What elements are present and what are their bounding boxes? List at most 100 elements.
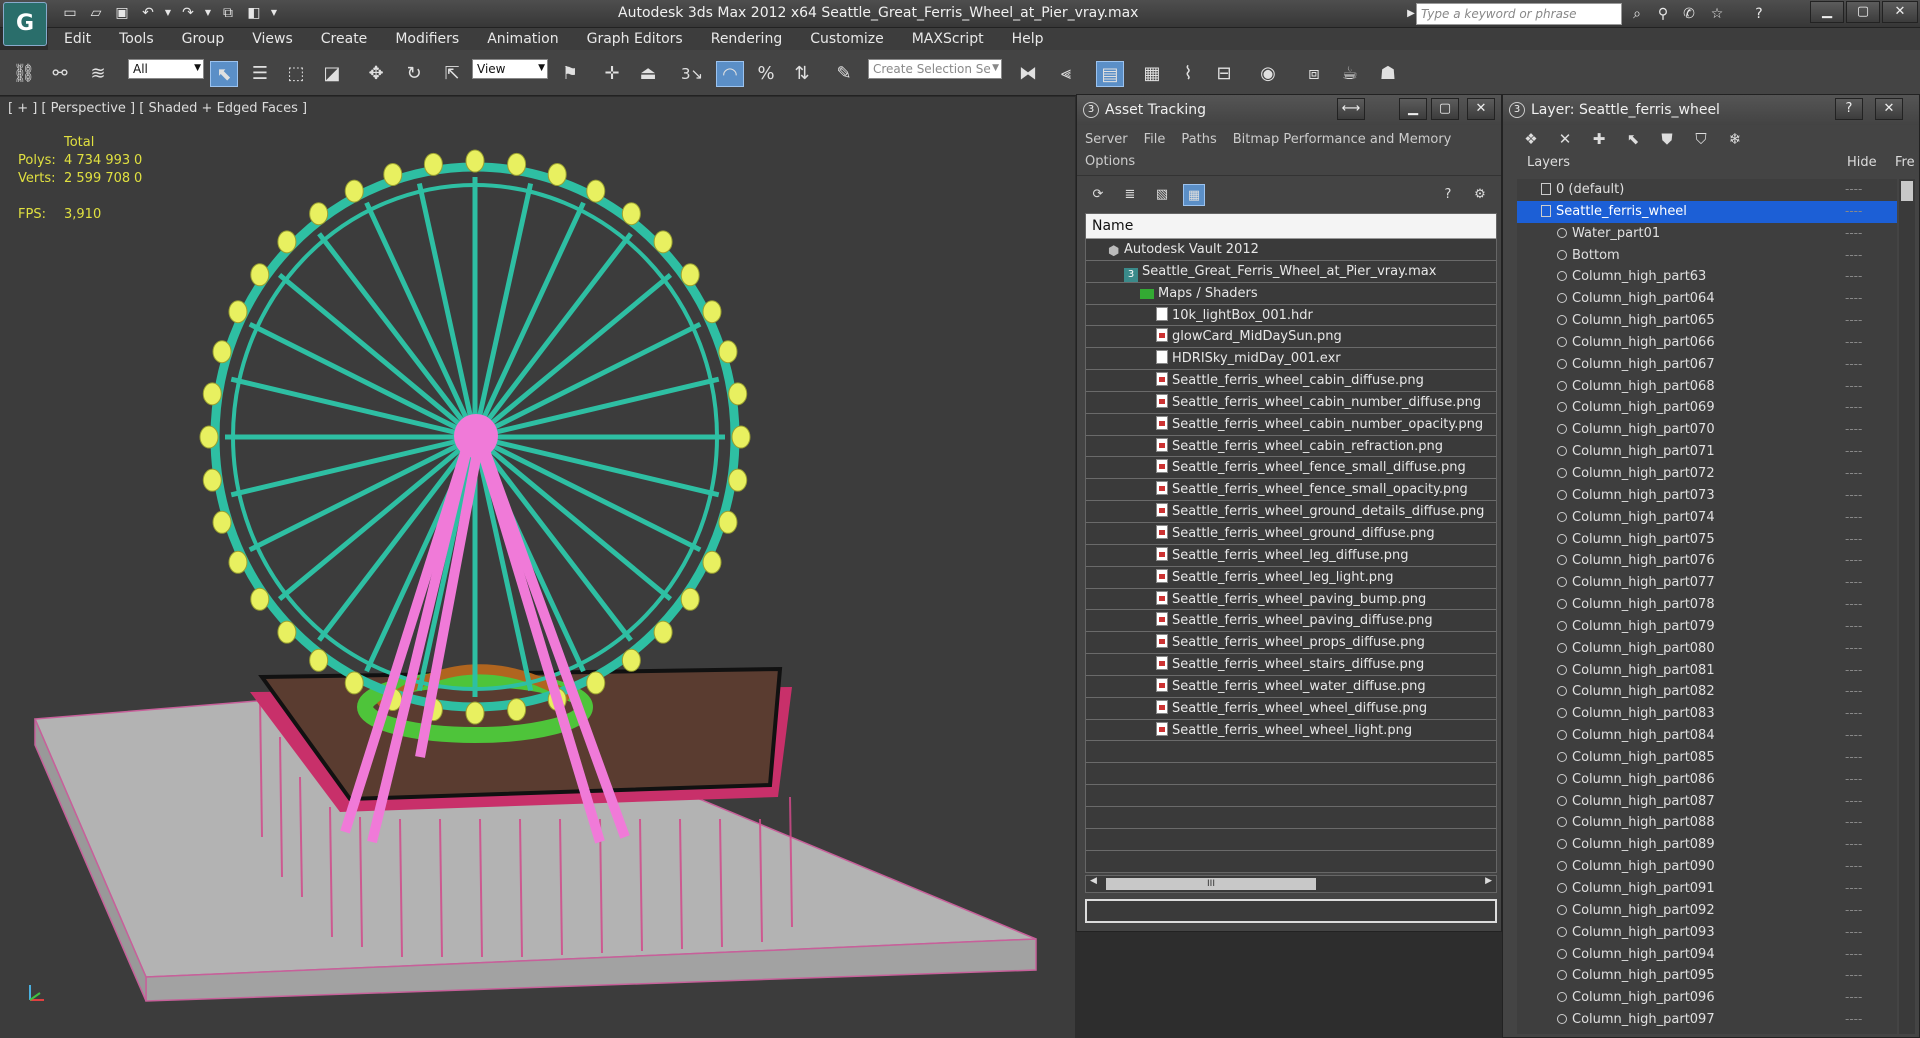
asset-tracking-titlebar[interactable]: 3 Asset Tracking ⟷ ▁ ▢ ✕ <box>1077 95 1501 125</box>
hide-toggle[interactable]: ---- <box>1845 944 1862 965</box>
hide-toggle[interactable]: ---- <box>1845 834 1862 855</box>
edit-named-selection-icon[interactable]: ✎ <box>830 61 858 87</box>
asset-row[interactable]: Seattle_ferris_wheel_wheel_light.png <box>1086 720 1496 742</box>
asset-row[interactable]: Seattle_ferris_wheel_cabin_refraction.pn… <box>1086 436 1496 458</box>
select-object-icon[interactable]: ⬉ <box>210 61 238 87</box>
hide-toggle[interactable]: ---- <box>1845 791 1862 812</box>
select-manipulate-icon[interactable]: ✛ <box>598 61 626 87</box>
menu-tools[interactable]: Tools <box>105 28 168 50</box>
object-row[interactable]: Column_high_part096 ---- <box>1517 987 1897 1009</box>
hide-toggle[interactable]: ---- <box>1845 354 1862 375</box>
layer-row[interactable]: 0 (default) ---- <box>1517 179 1897 201</box>
refresh-icon[interactable]: ⟳ <box>1087 184 1109 206</box>
search-input[interactable]: Type a keyword or phrase <box>1416 3 1622 25</box>
column-layers[interactable]: Layers <box>1527 155 1570 170</box>
help-icon[interactable]: ? <box>1437 184 1459 206</box>
save-file-icon[interactable]: ▣ <box>112 3 132 23</box>
object-row[interactable]: Column_high_part073 ---- <box>1517 485 1897 507</box>
hide-toggle[interactable]: ---- <box>1845 419 1862 440</box>
settings-icon[interactable]: ⚙ <box>1469 184 1491 206</box>
object-row[interactable]: Column_high_part065 ---- <box>1517 310 1897 332</box>
hide-toggle[interactable]: ---- <box>1845 376 1862 397</box>
menu-graph-editors[interactable]: Graph Editors <box>573 28 697 50</box>
hide-toggle[interactable]: ---- <box>1845 965 1862 986</box>
object-row[interactable]: Column_high_part089 ---- <box>1517 834 1897 856</box>
hide-toggle[interactable]: ---- <box>1845 747 1862 768</box>
menu-server[interactable]: Server <box>1085 129 1128 151</box>
scroll-left-arrow-icon[interactable]: ◀ <box>1090 876 1097 886</box>
thumbnail-view-icon[interactable]: ▧ <box>1151 184 1173 206</box>
asset-row[interactable]: glowCard_MidDaySun.png <box>1086 326 1496 349</box>
selection-filter-dropdown[interactable]: All <box>128 59 204 79</box>
hide-toggle[interactable]: ---- <box>1845 245 1862 266</box>
restore-button[interactable]: ▢ <box>1846 1 1880 23</box>
asset-row[interactable]: Seattle_ferris_wheel_leg_diffuse.png <box>1086 545 1496 567</box>
object-row[interactable]: Column_high_part070 ---- <box>1517 419 1897 441</box>
keyboard-shortcut-icon[interactable]: ⏏ <box>634 61 662 87</box>
hide-toggle[interactable]: ---- <box>1845 812 1862 833</box>
hold-icon[interactable]: ⧉ <box>218 3 238 23</box>
asset-row[interactable]: 10k_lightBox_001.hdr <box>1086 305 1496 327</box>
object-row[interactable]: Column_high_part088 ---- <box>1517 812 1897 834</box>
asset-row[interactable]: Seattle_ferris_wheel_ground_details_diff… <box>1086 501 1496 523</box>
scale-icon[interactable]: ⇱ <box>438 61 466 87</box>
hide-toggle[interactable]: ---- <box>1845 616 1862 637</box>
panel-close-button[interactable]: ✕ <box>1467 98 1495 120</box>
fetch-icon[interactable]: ◧ <box>244 3 264 23</box>
panel-minimize-button[interactable]: ▁ <box>1399 98 1427 120</box>
dropdown-arrow-icon[interactable]: ▼ <box>164 3 172 23</box>
hide-toggle[interactable]: ---- <box>1845 638 1862 659</box>
bind-space-warp-icon[interactable]: ≋ <box>84 61 112 87</box>
highlight-selected-icon[interactable]: ⛊ <box>1655 127 1679 151</box>
app-logo-button[interactable]: G <box>3 2 47 46</box>
object-row[interactable]: Column_high_part079 ---- <box>1517 616 1897 638</box>
menu-options[interactable]: Options <box>1085 151 1135 173</box>
menu-paths[interactable]: Paths <box>1181 129 1216 151</box>
column-hide[interactable]: Hide <box>1847 155 1877 170</box>
favorites-star-icon[interactable]: ☆ <box>1706 3 1728 25</box>
layer-close-button[interactable]: ✕ <box>1875 98 1903 120</box>
reference-coordinate-dropdown[interactable]: View <box>472 59 548 79</box>
object-row[interactable]: Column_high_part085 ---- <box>1517 747 1897 769</box>
hide-toggle[interactable]: ---- <box>1845 769 1862 790</box>
hide-toggle[interactable]: ---- <box>1845 681 1862 702</box>
snap-toggle-icon[interactable]: 3↘ <box>678 61 706 87</box>
hide-toggle[interactable]: ---- <box>1845 572 1862 593</box>
asset-row[interactable]: Seattle_ferris_wheel_cabin_number_opacit… <box>1086 414 1496 436</box>
object-row[interactable]: Column_high_part087 ---- <box>1517 791 1897 813</box>
hide-toggle[interactable]: ---- <box>1845 223 1862 244</box>
column-freeze[interactable]: Fre <box>1895 155 1915 170</box>
pivot-point-icon[interactable]: ⚑ <box>556 61 584 87</box>
panel-restore-button[interactable]: ▢ <box>1431 98 1459 120</box>
hide-toggle[interactable]: ---- <box>1845 332 1862 353</box>
freeze-all-layers-icon[interactable]: ❄ <box>1723 127 1747 151</box>
layer-manager-icon[interactable]: ▤ <box>1096 61 1124 87</box>
object-row[interactable]: Column_high_part064 ---- <box>1517 288 1897 310</box>
hide-toggle[interactable]: ---- <box>1845 900 1862 921</box>
hide-toggle[interactable]: ---- <box>1845 660 1862 681</box>
object-row[interactable]: Column_high_part080 ---- <box>1517 638 1897 660</box>
percent-snap-icon[interactable]: % <box>752 61 780 87</box>
object-row[interactable]: Column_high_part077 ---- <box>1517 572 1897 594</box>
layer-row[interactable]: Seattle_ferris_wheel ---- <box>1517 200 1897 223</box>
asset-row[interactable]: Seattle_ferris_wheel_stairs_diffuse.png <box>1086 654 1496 676</box>
hide-toggle[interactable]: ---- <box>1845 201 1862 222</box>
unlink-icon[interactable]: ⚯ <box>46 61 74 87</box>
asset-row[interactable]: Seattle_ferris_wheel_paving_diffuse.png <box>1086 610 1496 633</box>
open-file-icon[interactable]: ▱ <box>86 3 106 23</box>
angle-snap-icon[interactable]: ◠ <box>716 61 744 87</box>
material-editor-icon[interactable]: ◉ <box>1254 61 1282 87</box>
object-row[interactable]: Column_high_part092 ---- <box>1517 900 1897 922</box>
asset-row[interactable]: Seattle_ferris_wheel_paving_bump.png <box>1086 589 1496 611</box>
object-row[interactable]: Column_high_part072 ---- <box>1517 463 1897 485</box>
menu-customize[interactable]: Customize <box>796 28 898 50</box>
menu-edit[interactable]: Edit <box>48 28 105 50</box>
layer-manager-titlebar[interactable]: 3 Layer: Seattle_ferris_wheel ? ✕ <box>1503 95 1919 125</box>
asset-row[interactable]: Seattle_ferris_wheel_water_diffuse.png <box>1086 676 1496 698</box>
asset-row[interactable]: Maps / Shaders <box>1086 283 1496 305</box>
object-row[interactable]: Column_high_part095 ---- <box>1517 965 1897 987</box>
render-setup-icon[interactable]: ⧈ <box>1300 61 1328 87</box>
object-row[interactable]: Column_high_part078 ---- <box>1517 594 1897 616</box>
object-row[interactable]: Column_high_part081 ---- <box>1517 660 1897 682</box>
menu-create[interactable]: Create <box>307 28 382 50</box>
